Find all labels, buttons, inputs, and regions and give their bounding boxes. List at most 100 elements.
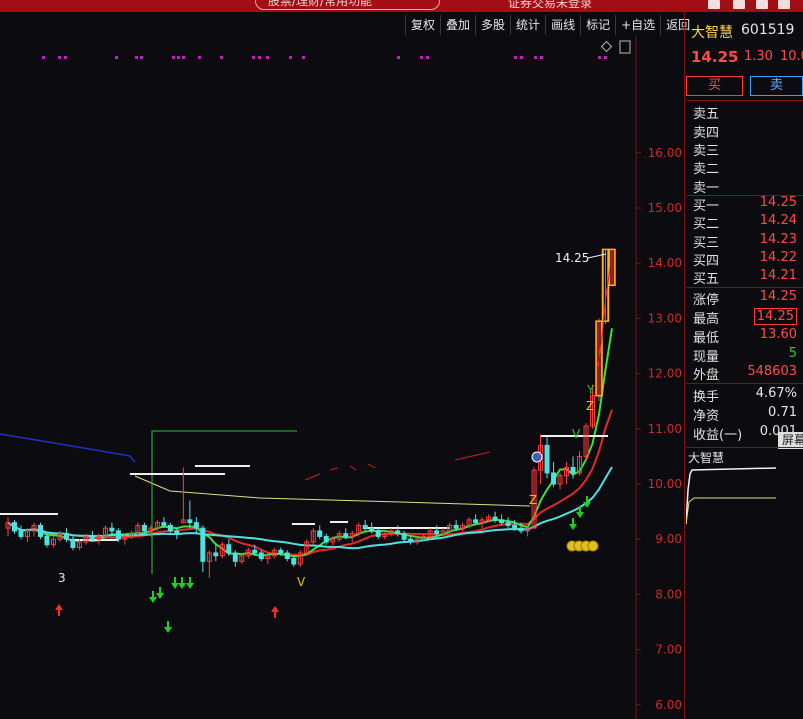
order-label: 买五: [693, 272, 720, 287]
trend-dash: [304, 473, 321, 481]
signal-dot: [64, 56, 67, 59]
signal-dot: [598, 56, 601, 59]
candle-body: [161, 522, 167, 526]
candle-body: [115, 530, 121, 540]
buy-button[interactable]: 买: [686, 76, 743, 96]
settings-icon[interactable]: [778, 0, 790, 9]
trend-dash: [454, 451, 491, 461]
order-buy-2[interactable]: 买二 14.24: [686, 213, 803, 232]
signal-dot: [198, 56, 201, 59]
down-arrow-icon: [178, 577, 186, 589]
ma-line-blue: [0, 433, 136, 463]
signal-dot: [172, 56, 175, 59]
toolbar-button-multi[interactable]: 多股: [475, 15, 510, 35]
stat-label: 现量: [693, 350, 720, 365]
stat-value: 5: [788, 346, 797, 361]
divider: [686, 287, 803, 288]
signal-dot: [302, 56, 305, 59]
trend-dash: [329, 467, 339, 471]
candle-body: [187, 519, 193, 524]
candle-body: [167, 524, 173, 532]
candle-body: [492, 516, 498, 521]
toolbar-button-watchlist[interactable]: +自选: [615, 15, 660, 35]
order-sell-3[interactable]: 卖三: [686, 140, 803, 159]
signal-dot: [514, 56, 517, 59]
candle-body: [434, 530, 440, 535]
order-label: 买二: [693, 217, 720, 232]
order-buy-4[interactable]: 买四 14.22: [686, 250, 803, 269]
top-bar: 股票/理财/常用功能 证券交易未登录: [0, 0, 803, 12]
toolbar-button-draw[interactable]: 画线: [545, 15, 580, 35]
login-status[interactable]: 证券交易未登录: [508, 0, 592, 11]
stat-high: 最高 14.25: [686, 308, 803, 327]
down-arrow-icon: [164, 621, 172, 633]
minimize-icon[interactable]: [733, 0, 745, 9]
down-arrow-icon: [569, 518, 577, 530]
candle-body: [213, 552, 219, 557]
search-input[interactable]: 股票/理财/常用功能: [255, 0, 440, 10]
order-sell-4[interactable]: 卖四: [686, 122, 803, 141]
signal-dot: [289, 56, 292, 59]
candle-body: [284, 552, 290, 560]
order-price: 14.22: [759, 250, 797, 265]
order-price: 14.25: [759, 195, 797, 210]
toolbar-button-stats[interactable]: 统计: [510, 15, 545, 35]
down-arrow-icon: [186, 577, 194, 589]
stat-label: 最低: [693, 331, 720, 346]
candle-body: [141, 524, 147, 532]
stat-value: 4.67%: [755, 386, 797, 401]
last-price-label: 14.25: [555, 251, 589, 265]
stat-value: 14.25: [753, 308, 797, 325]
window-icon[interactable]: [708, 0, 720, 9]
order-label: 买四: [693, 254, 720, 269]
candle-body: [512, 524, 518, 529]
stat-turnover: 换手 4.67%: [686, 386, 803, 405]
y-tick-label: 16.00: [648, 146, 682, 160]
order-sell-5[interactable]: 卖五: [686, 103, 803, 122]
signal-marker: 3: [58, 571, 66, 585]
stock-code[interactable]: 601519: [741, 22, 794, 38]
order-label: 买一: [693, 199, 720, 214]
signal-dot: [140, 56, 143, 59]
stock-name[interactable]: 大智慧: [691, 22, 733, 42]
toolbar-button-mark[interactable]: 标记: [580, 15, 615, 35]
candle-body: [232, 552, 238, 562]
panel-divider: [684, 12, 685, 719]
candle-body: [505, 522, 511, 526]
stat-low: 最低 13.60: [686, 327, 803, 346]
restore-icon[interactable]: [756, 0, 768, 9]
order-buy-1[interactable]: 买一 14.25: [686, 195, 803, 214]
sell-button[interactable]: 卖: [750, 76, 803, 96]
up-arrow-icon: [271, 606, 279, 618]
candle-body: [252, 549, 258, 554]
stat-value: 0.71: [768, 405, 797, 420]
diamond-icon: [600, 40, 613, 53]
signal-dot: [534, 56, 537, 59]
order-sell-1[interactable]: 卖一: [686, 177, 803, 196]
signal-dot: [604, 56, 607, 59]
divider: [686, 447, 803, 448]
candle-body: [499, 519, 505, 524]
order-label: 买三: [693, 236, 720, 251]
candle-body: [278, 549, 284, 554]
candle-body: [408, 538, 414, 543]
order-buy-3[interactable]: 买三 14.23: [686, 232, 803, 251]
toolbar-button-adjust[interactable]: 复权: [405, 15, 440, 35]
y-tick-label: 7.00: [655, 643, 682, 657]
candle-body: [174, 530, 180, 535]
candle-body: [369, 527, 375, 532]
order-buy-5[interactable]: 买五 14.21: [686, 268, 803, 287]
kline-chart[interactable]: 16.00 15.00 14.00 13.00 12.00 11.00 10.00 9.00 8…: [0, 36, 685, 719]
panel-toggle-icon: [619, 40, 631, 54]
signal-dot: [177, 56, 180, 59]
signal-dot: [520, 56, 523, 59]
divider: [686, 383, 803, 384]
order-sell-2[interactable]: 卖二: [686, 158, 803, 177]
stat-label: 涨停: [693, 293, 720, 308]
order-price: 14.21: [759, 268, 797, 283]
intraday-avg-line: [686, 497, 776, 525]
intraday-mini-chart[interactable]: [686, 462, 803, 719]
face-icon: [531, 451, 543, 463]
intraday-price-line: [686, 467, 777, 525]
toolbar-button-overlay[interactable]: 叠加: [440, 15, 475, 35]
